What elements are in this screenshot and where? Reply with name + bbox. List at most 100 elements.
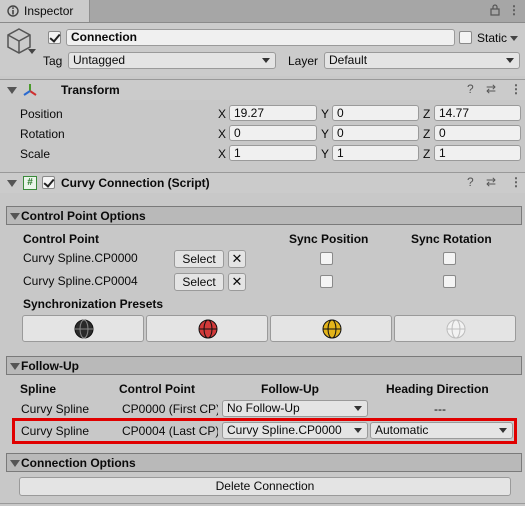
col-sync-position: Sync Position xyxy=(289,232,369,246)
sync-preset-red-icon xyxy=(198,319,218,339)
script-enabled-checkbox[interactable] xyxy=(42,176,55,189)
sync-preset-yellow-icon xyxy=(322,319,342,339)
rotation-z-field[interactable]: 0 xyxy=(434,125,521,141)
static-dropdown-icon[interactable] xyxy=(510,36,518,41)
col-heading-direction: Heading Direction xyxy=(386,382,489,396)
sync-preset-white-icon xyxy=(446,319,466,339)
more-options-icon[interactable]: ⋮ xyxy=(510,82,522,96)
more-options-icon[interactable]: ⋮ xyxy=(510,175,522,189)
tag-dropdown[interactable]: Untagged xyxy=(68,52,276,69)
transform-row-label: Position xyxy=(20,107,63,121)
tag-value: Untagged xyxy=(73,53,126,67)
static-label: Static xyxy=(477,31,508,45)
help-icon[interactable]: ? xyxy=(467,175,474,189)
position-y-field[interactable]: 0 xyxy=(332,105,419,121)
sync-preset-button[interactable] xyxy=(394,315,516,342)
script-title: Curvy Connection (Script) xyxy=(61,176,210,190)
static-checkbox[interactable] xyxy=(459,31,472,44)
heading-direction-dropdown[interactable]: Automatic xyxy=(370,422,513,439)
axis-y-label[interactable]: Y xyxy=(321,127,329,141)
position-x-field[interactable]: 19.27 xyxy=(229,105,317,121)
sync-position-checkbox[interactable] xyxy=(320,252,333,265)
remove-icon[interactable]: ✕ xyxy=(228,250,246,268)
inspector-icon xyxy=(7,5,19,17)
sync-preset-button[interactable] xyxy=(270,315,392,342)
remove-icon[interactable]: ✕ xyxy=(228,273,246,291)
axis-y-label[interactable]: Y xyxy=(321,107,329,121)
scale-z-field[interactable]: 1 xyxy=(434,145,521,161)
sync-rotation-checkbox[interactable] xyxy=(443,252,456,265)
scale-y-field[interactable]: 1 xyxy=(332,145,419,161)
control-point-name: Curvy Spline.CP0000 xyxy=(23,251,138,265)
tab-title: Inspector xyxy=(24,4,74,18)
transform-row-label: Rotation xyxy=(20,127,65,141)
control-point-options-section[interactable]: Control Point Options xyxy=(6,206,522,225)
chevron-down-icon xyxy=(506,58,514,63)
follow-up-dropdown[interactable]: Curvy Spline.CP0000 xyxy=(222,422,368,439)
follow-up-value: No Follow-Up xyxy=(227,401,300,415)
transform-header[interactable]: Transform ? ⇄ ⋮ xyxy=(0,79,525,100)
chevron-down-icon xyxy=(354,428,362,433)
sync-preset-button[interactable] xyxy=(146,315,268,342)
foldout-arrow-icon xyxy=(10,460,20,467)
rotation-y-field[interactable]: 0 xyxy=(332,125,419,141)
script-header[interactable]: # Curvy Connection (Script) ? ⇄ ⋮ xyxy=(0,172,525,193)
follow-up-control-point: CP0000 (First CP) xyxy=(122,402,218,416)
section-title: Connection Options xyxy=(21,456,136,470)
layer-value: Default xyxy=(329,53,368,67)
tag-label: Tag xyxy=(43,54,63,68)
follow-up-control-point: CP0004 (Last CP) xyxy=(122,424,218,438)
transform-row-label: Scale xyxy=(20,147,51,161)
chevron-down-icon xyxy=(499,428,507,433)
sync-preset-button[interactable] xyxy=(22,315,144,342)
select-button[interactable]: Select xyxy=(174,250,224,268)
active-checkbox[interactable] xyxy=(48,31,61,44)
layer-dropdown[interactable]: Default xyxy=(324,52,520,69)
help-icon[interactable]: ? xyxy=(467,82,474,96)
follow-up-spline: Curvy Spline xyxy=(21,402,90,416)
icon-dropdown-arrow-icon[interactable] xyxy=(28,49,36,54)
tab-menu-icon[interactable]: ⋮ xyxy=(508,3,520,17)
col-sync-rotation: Sync Rotation xyxy=(411,232,492,246)
connection-options-section[interactable]: Connection Options xyxy=(6,453,522,472)
transform-title: Transform xyxy=(61,83,120,97)
name-field[interactable]: Connection xyxy=(66,29,455,46)
sync-position-checkbox[interactable] xyxy=(320,275,333,288)
select-button[interactable]: Select xyxy=(174,273,224,291)
sync-preset-black-icon xyxy=(74,319,94,339)
preset-settings-icon[interactable]: ⇄ xyxy=(486,82,496,96)
foldout-arrow-icon xyxy=(10,213,20,220)
foldout-arrow-icon xyxy=(10,363,20,370)
axis-x-label[interactable]: X xyxy=(218,127,226,141)
heading-direction-value: Automatic xyxy=(375,423,429,437)
rotation-x-field[interactable]: 0 xyxy=(229,125,317,141)
control-point-name: Curvy Spline.CP0004 xyxy=(23,274,138,288)
transform-icon xyxy=(23,84,37,96)
col-spline: Spline xyxy=(20,382,57,396)
sync-presets-label: Synchronization Presets xyxy=(23,297,164,311)
col-control-point: Control Point xyxy=(23,232,99,246)
scale-x-field[interactable]: 1 xyxy=(229,145,317,161)
script-hash-icon: # xyxy=(23,176,37,190)
axis-z-label[interactable]: Z xyxy=(423,147,430,161)
position-z-field[interactable]: 14.77 xyxy=(434,105,521,121)
tab-inspector[interactable]: Inspector xyxy=(0,0,90,22)
heading-direction-value: --- xyxy=(434,402,446,416)
sync-rotation-checkbox[interactable] xyxy=(443,275,456,288)
axis-x-label[interactable]: X xyxy=(218,107,226,121)
foldout-arrow-icon xyxy=(7,180,17,187)
axis-z-label[interactable]: Z xyxy=(423,127,430,141)
follow-up-dropdown[interactable]: No Follow-Up xyxy=(222,400,368,417)
section-title: Follow-Up xyxy=(21,359,79,373)
follow-up-section[interactable]: Follow-Up xyxy=(6,356,522,375)
follow-up-spline: Curvy Spline xyxy=(21,424,90,438)
delete-connection-button[interactable]: Delete Connection xyxy=(19,477,511,496)
axis-x-label[interactable]: X xyxy=(218,147,226,161)
axis-y-label[interactable]: Y xyxy=(321,147,329,161)
lock-icon[interactable] xyxy=(490,4,500,16)
preset-settings-icon[interactable]: ⇄ xyxy=(486,175,496,189)
chevron-down-icon xyxy=(262,58,270,63)
col-follow-up: Follow-Up xyxy=(261,382,319,396)
axis-z-label[interactable]: Z xyxy=(423,107,430,121)
foldout-arrow-icon xyxy=(7,87,17,94)
